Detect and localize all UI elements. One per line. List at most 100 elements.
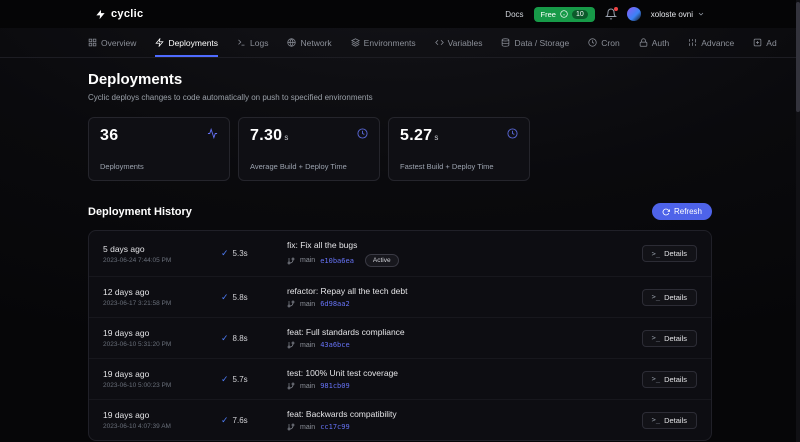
tab-addons[interactable]: Ad [753, 28, 776, 57]
deploy-duration: 5.8s [233, 293, 248, 302]
refresh-icon [662, 208, 670, 216]
tab-label: Network [300, 38, 331, 48]
stat-value: 5.27 [400, 127, 432, 144]
commit-message: feat: Full standards compliance [287, 327, 642, 337]
deploy-relative-time: 19 days ago [103, 328, 221, 338]
details-label: Details [664, 249, 687, 258]
sliders-icon [688, 38, 697, 47]
stat-label: Fastest Build + Deploy Time [400, 162, 494, 171]
stat-card-fastest-time: 5.27s Fastest Build + Deploy Time [388, 117, 530, 181]
database-icon [501, 38, 510, 47]
deploy-duration: 7.6s [233, 416, 248, 425]
stat-value: 7.30 [250, 127, 282, 144]
clock-icon [355, 126, 370, 141]
clock-icon [588, 38, 597, 47]
commit-hash-link[interactable]: e10ba6ea [320, 257, 354, 265]
refresh-label: Refresh [674, 207, 702, 216]
plan-button[interactable]: Free 10 [534, 7, 595, 22]
deploy-duration: 8.8s [233, 334, 248, 343]
tab-logs[interactable]: Logs [237, 28, 268, 57]
success-check-icon: ✓ [221, 249, 229, 258]
top-bar: cyclic Docs Free 10 xoloste ovni [0, 0, 800, 28]
avatar[interactable] [627, 7, 641, 21]
details-button[interactable]: >_ Details [642, 371, 697, 388]
deploy-timestamp: 2023-06-10 5:00:23 PM [103, 382, 221, 389]
tab-network[interactable]: Network [287, 28, 331, 57]
commit-hash-link[interactable]: 981cb09 [320, 382, 350, 390]
notifications-button[interactable] [605, 8, 617, 20]
tab-data-storage[interactable]: Data / Storage [501, 28, 569, 57]
plan-label: Free [541, 10, 556, 19]
docs-link[interactable]: Docs [505, 10, 523, 19]
tab-label: Data / Storage [514, 38, 569, 48]
git-branch-icon [287, 382, 295, 390]
scrollbar-thumb[interactable] [796, 2, 800, 112]
activity-icon [205, 126, 220, 141]
stat-unit: s [284, 133, 288, 142]
tab-environments[interactable]: Environments [351, 28, 416, 57]
tab-label: Overview [101, 38, 136, 48]
globe-icon [287, 38, 296, 47]
page-scrollbar[interactable] [796, 0, 800, 442]
code-icon [435, 38, 444, 47]
user-menu[interactable]: xoloste ovni [651, 10, 705, 19]
success-check-icon: ✓ [221, 375, 229, 384]
tab-advanced[interactable]: Advance [688, 28, 734, 57]
terminal-icon [237, 38, 246, 47]
plus-square-icon [753, 38, 762, 47]
details-button[interactable]: >_ Details [642, 245, 697, 262]
details-label: Details [664, 334, 687, 343]
commit-hash-link[interactable]: 43a6bce [320, 341, 350, 349]
deploy-relative-time: 12 days ago [103, 287, 221, 297]
tab-deployments[interactable]: Deployments [155, 28, 218, 57]
deployment-row: 19 days ago 2023-06-10 5:31:20 PM ✓ 8.8s… [89, 318, 711, 359]
tab-cron[interactable]: Cron [588, 28, 619, 57]
branch-name: main [300, 301, 315, 308]
tab-label: Deployments [168, 38, 218, 48]
git-branch-icon [287, 300, 295, 308]
commit-hash-link[interactable]: cc17c99 [320, 423, 350, 431]
lock-icon [639, 38, 648, 47]
page-title: Deployments [88, 71, 712, 88]
commit-message: refactor: Repay all the tech debt [287, 286, 642, 296]
layers-icon [351, 38, 360, 47]
history-header: Deployment History Refresh [88, 203, 712, 220]
app-logo[interactable]: cyclic [95, 8, 143, 20]
git-branch-icon [287, 423, 295, 431]
deploy-duration: 5.7s [233, 375, 248, 384]
topbar-right: Docs Free 10 xoloste ovni [505, 7, 705, 22]
details-button[interactable]: >_ Details [642, 412, 697, 429]
stat-label: Deployments [100, 162, 144, 171]
branch-name: main [300, 342, 315, 349]
deploy-relative-time: 19 days ago [103, 369, 221, 379]
details-button[interactable]: >_ Details [642, 289, 697, 306]
deployment-row: 19 days ago 2023-06-10 5:00:23 PM ✓ 5.7s… [89, 359, 711, 400]
deploy-timestamp: 2023-06-24 7:44:05 PM [103, 257, 221, 264]
logo-bolt-icon [95, 9, 106, 20]
chevron-down-icon [697, 10, 705, 18]
clock-icon [505, 126, 520, 141]
tab-variables[interactable]: Variables [435, 28, 483, 57]
deploy-timestamp: 2023-06-10 5:31:20 PM [103, 341, 221, 348]
tab-label: Auth [652, 38, 670, 48]
tab-overview[interactable]: Overview [88, 28, 136, 57]
branch-name: main [300, 257, 315, 264]
details-button[interactable]: >_ Details [642, 330, 697, 347]
deployment-row: 12 days ago 2023-06-17 3:21:58 PM ✓ 5.8s… [89, 277, 711, 318]
deploy-relative-time: 5 days ago [103, 244, 221, 254]
tab-auth[interactable]: Auth [639, 28, 670, 57]
main-content: Deployments Cyclic deploys changes to co… [0, 71, 800, 441]
zap-icon [155, 38, 164, 47]
logo-text: cyclic [111, 8, 143, 20]
tab-label: Variables [448, 38, 483, 48]
active-status-badge: Active [365, 254, 399, 267]
stat-label: Average Build + Deploy Time [250, 162, 347, 171]
stat-value: 36 [100, 127, 118, 144]
grid-icon [88, 38, 97, 47]
deployment-row: 5 days ago 2023-06-24 7:44:05 PM ✓ 5.3s … [89, 231, 711, 277]
stat-card-average-time: 7.30s Average Build + Deploy Time [238, 117, 380, 181]
refresh-button[interactable]: Refresh [652, 203, 712, 220]
stat-unit: s [434, 133, 438, 142]
commit-hash-link[interactable]: 6d98aa2 [320, 300, 350, 308]
terminal-prompt-icon: >_ [652, 334, 660, 342]
